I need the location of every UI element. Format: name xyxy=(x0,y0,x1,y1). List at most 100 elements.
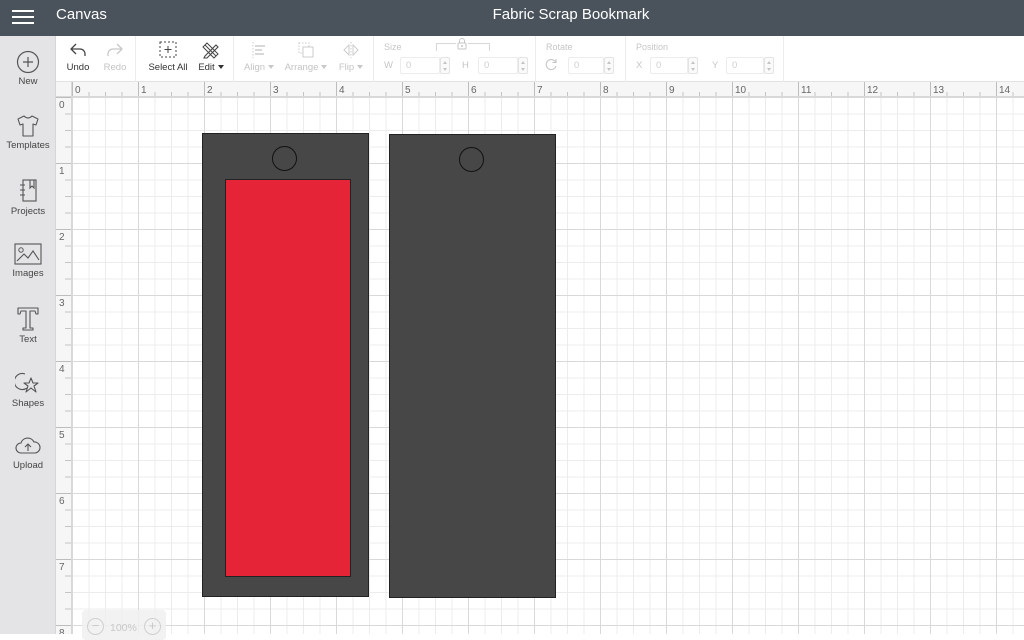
select-all-icon xyxy=(159,41,177,58)
ruler-label: 1 xyxy=(141,85,147,96)
ruler-label: 6 xyxy=(471,85,477,96)
zoom-out-button[interactable]: − xyxy=(87,618,104,635)
edit-dropdown[interactable]: Edit xyxy=(194,36,228,82)
chevron-down-icon xyxy=(217,65,224,70)
document-title: Fabric Scrap Bookmark xyxy=(492,6,650,23)
ruler-label: 6 xyxy=(59,496,65,507)
rotate-title: Rotate xyxy=(546,42,573,52)
rotate-icon xyxy=(545,59,557,71)
ruler-label: 13 xyxy=(933,85,945,96)
position-group: Position X 0 Y 0 xyxy=(626,36,784,82)
ruler-label: 4 xyxy=(339,85,345,96)
sidebar-item-templates[interactable]: Templates xyxy=(0,114,56,178)
select-all-button[interactable]: Select All xyxy=(146,36,190,82)
arrange-group: Align Arrange Flip xyxy=(234,36,374,82)
fabric-scrap-layer[interactable] xyxy=(225,179,351,577)
flip-icon xyxy=(343,42,359,58)
sidebar-label: Templates xyxy=(6,140,50,151)
ruler-label: 10 xyxy=(735,85,747,96)
position-x-stepper[interactable] xyxy=(688,57,698,74)
position-y-input[interactable]: 0 xyxy=(726,57,764,74)
chevron-down-icon xyxy=(321,65,328,70)
shapes-icon xyxy=(15,372,39,393)
image-icon xyxy=(14,243,42,265)
ruler-label: 2 xyxy=(59,232,65,243)
ruler-label: 9 xyxy=(669,85,675,96)
position-x-input[interactable]: 0 xyxy=(650,57,688,74)
height-stepper[interactable] xyxy=(518,57,528,74)
undo-button[interactable]: Undo xyxy=(62,36,94,82)
width-stepper[interactable] xyxy=(440,57,450,74)
cloud-upload-icon xyxy=(15,437,41,454)
zoom-level: 100% xyxy=(110,622,137,634)
ruler-label: 2 xyxy=(207,85,213,96)
size-title: Size xyxy=(384,42,402,52)
ruler-corner xyxy=(56,82,72,97)
notebook-icon xyxy=(20,179,37,202)
redo-button[interactable]: Redo xyxy=(98,36,132,82)
bookmark-hole xyxy=(459,147,484,172)
zoom-control: − 100% + xyxy=(82,610,166,640)
history-group: Undo Redo xyxy=(56,36,136,82)
rotate-stepper[interactable] xyxy=(604,57,614,74)
vertical-ruler: 0 1 2 3 4 5 6 7 8 xyxy=(56,97,72,634)
arrange-icon xyxy=(298,42,314,58)
size-group: Size W 0 H 0 xyxy=(374,36,536,82)
bookmark-base-with-fabric[interactable] xyxy=(202,133,369,597)
design-canvas[interactable] xyxy=(72,97,1024,634)
sidebar-label: Upload xyxy=(12,460,44,471)
sidebar-label: New xyxy=(18,76,38,87)
rotate-input[interactable]: 0 xyxy=(568,57,604,74)
ruler-label: 3 xyxy=(59,298,65,309)
undo-icon xyxy=(70,43,86,56)
tshirt-icon xyxy=(17,115,39,137)
text-t-icon xyxy=(17,307,39,331)
rotate-group: Rotate 0 xyxy=(536,36,626,82)
ruler-label: 8 xyxy=(603,85,609,96)
horizontal-ruler: 0 1 2 3 4 5 6 7 8 9 10 11 12 13 14 xyxy=(56,82,1024,97)
height-input[interactable]: 0 xyxy=(478,57,518,74)
sidebar-item-text[interactable]: Text xyxy=(0,306,56,370)
align-dropdown[interactable]: Align xyxy=(240,36,278,82)
ruler-label: 14 xyxy=(999,85,1011,96)
lock-icon[interactable] xyxy=(456,37,468,50)
ruler-label: 11 xyxy=(801,85,812,96)
ruler-label: 5 xyxy=(405,85,411,96)
sidebar-label: Shapes xyxy=(11,398,45,409)
position-title: Position xyxy=(636,42,669,52)
arrange-dropdown[interactable]: Arrange xyxy=(282,36,330,82)
sidebar-label: Images xyxy=(12,268,44,279)
ruler-label: 12 xyxy=(867,85,879,96)
ruler-label: 7 xyxy=(537,85,543,96)
chevron-down-icon xyxy=(268,65,275,70)
plus-circle-icon xyxy=(16,50,40,74)
chevron-down-icon xyxy=(357,65,364,70)
ruler-label: 8 xyxy=(59,628,65,634)
width-input[interactable]: 0 xyxy=(400,57,440,74)
ruler-label: 5 xyxy=(59,430,65,441)
ruler-label: 4 xyxy=(59,364,65,375)
sidebar: New Templates Projects Images Text Shape… xyxy=(0,36,56,634)
ruler-label: 7 xyxy=(59,562,65,573)
position-y-stepper[interactable] xyxy=(764,57,774,74)
sidebar-item-upload[interactable]: Upload xyxy=(0,434,56,498)
align-icon xyxy=(252,42,265,58)
sidebar-item-projects[interactable]: Projects xyxy=(0,178,56,242)
edit-toolbar: Undo Redo Select All Edit Align Arrange … xyxy=(56,36,1024,82)
flip-dropdown[interactable]: Flip xyxy=(334,36,368,82)
ruler-label: 3 xyxy=(273,85,279,96)
sidebar-label: Projects xyxy=(10,206,46,217)
ruler-label: 1 xyxy=(59,166,65,177)
bookmark-backing[interactable] xyxy=(389,134,556,598)
bookmark-hole xyxy=(272,146,297,171)
sidebar-item-shapes[interactable]: Shapes xyxy=(0,370,56,434)
zoom-in-button[interactable]: + xyxy=(144,618,161,635)
sidebar-item-new[interactable]: New xyxy=(0,50,56,114)
ruler-label: 0 xyxy=(75,85,81,96)
sidebar-label: Text xyxy=(19,334,37,345)
selection-group: Select All Edit xyxy=(136,36,234,82)
sidebar-item-images[interactable]: Images xyxy=(0,242,56,306)
ruler-label: 0 xyxy=(59,100,65,111)
pencil-ruler-icon xyxy=(202,42,219,59)
app-header: Canvas Fabric Scrap Bookmark xyxy=(0,0,1024,36)
